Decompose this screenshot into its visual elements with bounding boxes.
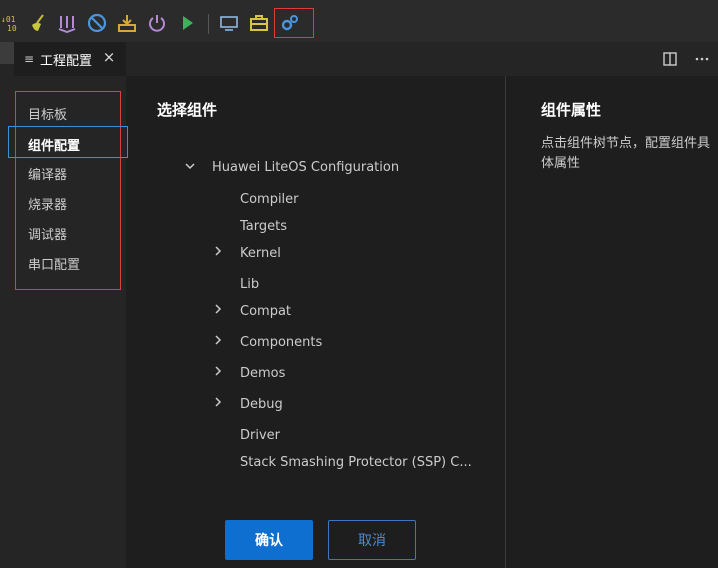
chevron-down-icon[interactable] xyxy=(184,160,196,175)
tree-item-kernel[interactable]: Kernel xyxy=(240,246,281,261)
power-icon[interactable] xyxy=(146,12,168,34)
cancel-button[interactable]: 取消 xyxy=(328,520,416,560)
binary-icon[interactable]: ↓01 10 xyxy=(0,12,22,34)
activity-bar-stub xyxy=(0,42,14,64)
close-icon[interactable]: × xyxy=(102,50,116,65)
list-icon: ≡ xyxy=(24,52,35,66)
tree-item-compiler[interactable]: Compiler xyxy=(240,192,299,207)
svg-text:10: 10 xyxy=(7,24,17,33)
tab-label: 工程配置 xyxy=(40,53,93,69)
confirm-button[interactable]: 确认 xyxy=(225,520,313,560)
tab-project-config[interactable]: ≡ 工程配置 × xyxy=(14,42,126,76)
run-icon[interactable] xyxy=(176,12,198,34)
toolbar: ↓01 10 xyxy=(0,0,718,42)
clean-broom-icon[interactable] xyxy=(28,12,50,34)
tree-root-liteos[interactable]: Huawei LiteOS Configuration xyxy=(212,160,399,175)
stop-icon[interactable] xyxy=(86,12,108,34)
tree-item-targets[interactable]: Targets xyxy=(240,219,287,234)
properties-hint: 点击组件树节点，配置组件具体属性 xyxy=(541,136,711,171)
chevron-right-icon[interactable] xyxy=(212,303,224,318)
nav-item-component-config[interactable]: 组件配置 xyxy=(28,135,80,154)
tree-item-lib[interactable]: Lib xyxy=(240,277,259,292)
toolbar-separator xyxy=(208,14,209,34)
download-icon[interactable] xyxy=(116,12,138,34)
tree-item-debug[interactable]: Debug xyxy=(240,397,283,412)
nav-item-burner[interactable]: 烧录器 xyxy=(28,194,67,213)
tree-item-ssp[interactable]: Stack Smashing Protector (SSP) C... xyxy=(240,455,472,470)
tree-item-components[interactable]: Components xyxy=(240,335,322,350)
nav-item-debugger[interactable]: 调试器 xyxy=(28,224,67,243)
nav-item-target-board[interactable]: 目标板 xyxy=(28,104,67,123)
chevron-right-icon[interactable] xyxy=(212,365,224,380)
component-properties-title: 组件属性 xyxy=(541,101,602,119)
chevron-right-icon[interactable] xyxy=(212,396,224,411)
editor-tab-strip: ≡ 工程配置 × xyxy=(0,42,718,76)
svg-text:↓01: ↓01 xyxy=(1,15,16,24)
nav-item-compiler[interactable]: 编译器 xyxy=(28,164,67,183)
more-actions-icon[interactable] xyxy=(694,51,710,67)
tree-item-demos[interactable]: Demos xyxy=(240,366,285,381)
nav-item-serial-config[interactable]: 串口配置 xyxy=(28,254,80,273)
chevron-right-icon[interactable] xyxy=(212,245,224,260)
toolbox-icon[interactable] xyxy=(248,12,270,34)
panel-divider xyxy=(505,76,506,568)
split-editor-icon[interactable] xyxy=(662,51,678,67)
select-components-title: 选择组件 xyxy=(157,101,218,119)
chevron-right-icon[interactable] xyxy=(212,334,224,349)
tree-item-driver[interactable]: Driver xyxy=(240,428,280,443)
settings-gears-icon[interactable] xyxy=(279,12,301,34)
tree-item-compat[interactable]: Compat xyxy=(240,304,291,319)
monitor-icon[interactable] xyxy=(218,12,240,34)
build-icon[interactable] xyxy=(56,12,78,34)
